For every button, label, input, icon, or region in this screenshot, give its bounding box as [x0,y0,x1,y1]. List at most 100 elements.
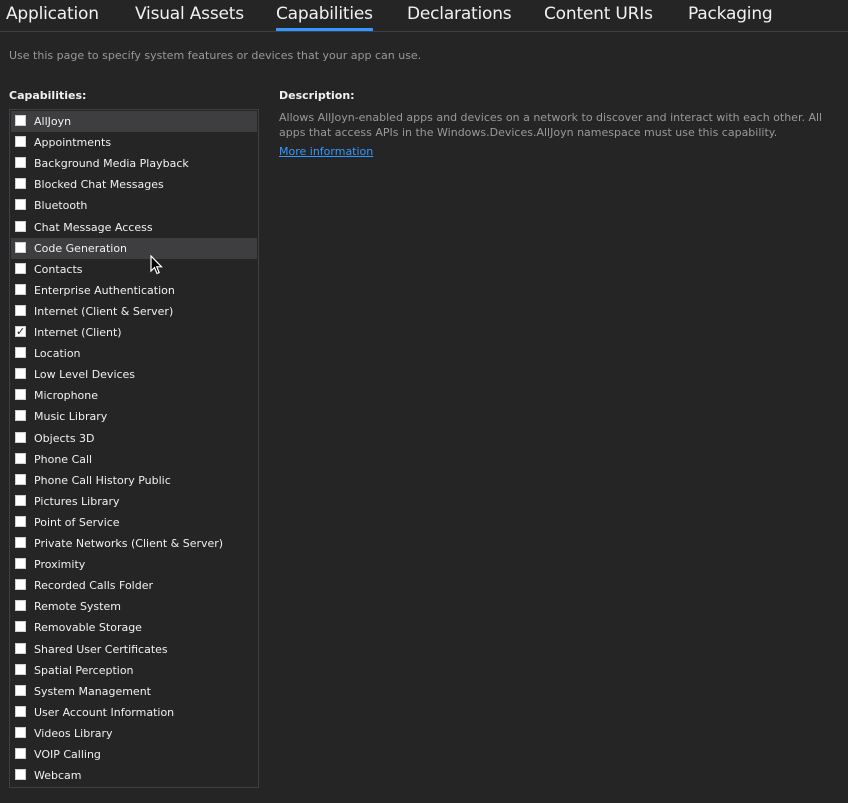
capability-item[interactable]: Background Media Playback [11,153,257,174]
tab-visual-assets[interactable]: Visual Assets [135,4,244,24]
capability-checkbox[interactable] [15,621,26,633]
capability-item[interactable]: System Management [11,681,257,702]
capability-label: Shared User Certificates [34,642,168,656]
capability-label: Appointments [34,136,112,150]
capability-label: Location [34,347,81,361]
capability-label: Remote System [34,600,121,614]
capability-label: User Account Information [34,705,175,719]
capability-item[interactable]: AllJoyn [11,111,257,132]
capability-checkbox[interactable] [15,558,26,570]
capability-checkbox[interactable] [15,473,26,485]
capabilities-heading: Capabilities: [9,89,87,102]
capability-item[interactable]: Microphone [11,385,257,406]
capability-checkbox[interactable] [15,347,26,359]
capability-checkbox[interactable] [15,199,26,211]
capability-checkbox[interactable] [15,537,26,548]
tab-capabilities[interactable]: Capabilities [276,4,373,31]
capability-item[interactable]: Low Level Devices [11,364,257,385]
capability-label: Webcam [34,769,82,783]
capability-checkbox[interactable] [15,642,26,654]
capability-item[interactable]: Removable Storage [11,617,257,638]
capability-checkbox[interactable] [15,136,26,148]
capability-item[interactable]: Videos Library [11,723,257,744]
capability-label: Chat Message Access [34,220,153,234]
capability-checkbox[interactable] [15,262,26,274]
capability-item[interactable]: Blocked Chat Messages [11,174,257,195]
capability-checkbox[interactable] [15,115,26,126]
capability-label: Phone Call [34,452,93,466]
capability-checkbox[interactable] [15,368,26,380]
tab-bar: Application Visual Assets Capabilities D… [0,0,848,32]
capability-label: AllJoyn [34,115,72,128]
capability-item[interactable]: VOIP Calling [11,744,257,765]
capability-item[interactable]: User Account Information [11,702,257,723]
capability-label: Point of Service [34,515,120,529]
tab-declarations[interactable]: Declarations [407,4,512,24]
capability-label: Code Generation [34,241,128,255]
capability-item[interactable]: ✓ Internet (Client) [11,322,257,343]
tab-content-uris[interactable]: Content URIs [544,4,653,24]
intro-text: Use this page to specify system features… [9,49,422,62]
capability-item[interactable]: Webcam [11,765,257,786]
capability-checkbox[interactable] [15,579,26,591]
capability-label: Internet (Client) [34,326,122,339]
capability-item[interactable]: Recorded Calls Folder [11,575,257,596]
capability-checkbox[interactable] [15,684,26,696]
capability-checkbox[interactable] [15,705,26,717]
capability-checkbox[interactable] [15,748,26,759]
capability-label: System Management [34,684,151,698]
capability-checkbox[interactable] [15,304,26,316]
capability-checkbox[interactable] [15,494,26,506]
capability-label: Internet (Client & Server) [34,304,174,318]
capability-item[interactable]: Pictures Library [11,491,257,512]
capability-checkbox[interactable] [15,178,26,190]
capability-item[interactable]: Chat Message Access [11,217,257,238]
capability-checkbox[interactable] [15,452,26,464]
capability-checkbox[interactable] [15,769,26,781]
capability-label: Phone Call History Public [34,473,171,487]
capability-checkbox[interactable] [15,410,26,422]
tab-application[interactable]: Application [6,4,99,24]
description-text: Allows AllJoyn-enabled apps and devices … [279,111,823,139]
capability-checkbox[interactable] [15,515,26,527]
capability-item[interactable]: Point of Service [11,512,257,533]
capability-label: Music Library [34,410,108,424]
capability-checkbox[interactable] [15,220,26,232]
capability-checkbox[interactable] [15,157,26,169]
capability-item[interactable]: Location [11,343,257,364]
capabilities-list[interactable]: AllJoyn Appointments Background Media Play… [9,109,259,788]
capability-item[interactable]: Bluetooth [11,195,257,216]
tab-packaging[interactable]: Packaging [688,4,773,24]
capability-item[interactable]: Remote System [11,596,257,617]
capability-checkbox[interactable]: ✓ [15,326,26,337]
capability-item[interactable]: Enterprise Authentication [11,280,257,301]
capability-checkbox[interactable] [15,283,26,295]
description-heading: Description: [279,89,355,102]
capability-item[interactable]: Objects 3D [11,428,257,449]
capability-item[interactable]: Internet (Client & Server) [11,301,257,322]
more-information-link[interactable]: More information [279,145,373,158]
capability-label: Removable Storage [34,621,142,635]
capability-item[interactable]: Proximity [11,554,257,575]
capability-label: Enterprise Authentication [34,283,175,297]
capability-label: Blocked Chat Messages [34,178,164,192]
capability-checkbox[interactable] [15,241,26,253]
capability-label: Proximity [34,558,86,572]
capability-item[interactable]: Private Networks (Client & Server) [11,533,257,554]
capability-item[interactable]: Phone Call History Public [11,470,257,491]
capability-label: Pictures Library [34,494,120,508]
capability-item[interactable]: Music Library [11,406,257,427]
capability-label: Spatial Perception [34,663,134,677]
capability-item[interactable]: Contacts [11,259,257,280]
capability-checkbox[interactable] [15,663,26,675]
capability-checkbox[interactable] [15,726,26,738]
capability-checkbox[interactable] [15,389,26,401]
capability-item[interactable]: Shared User Certificates [11,639,257,660]
capability-item[interactable]: Code Generation [11,237,257,259]
capability-item[interactable]: Phone Call [11,449,257,470]
capability-checkbox[interactable] [15,600,26,612]
capability-item[interactable]: Spatial Perception [11,660,257,681]
capability-label: Microphone [34,389,99,403]
capability-checkbox[interactable] [15,431,26,443]
capability-item[interactable]: Appointments [11,132,257,153]
